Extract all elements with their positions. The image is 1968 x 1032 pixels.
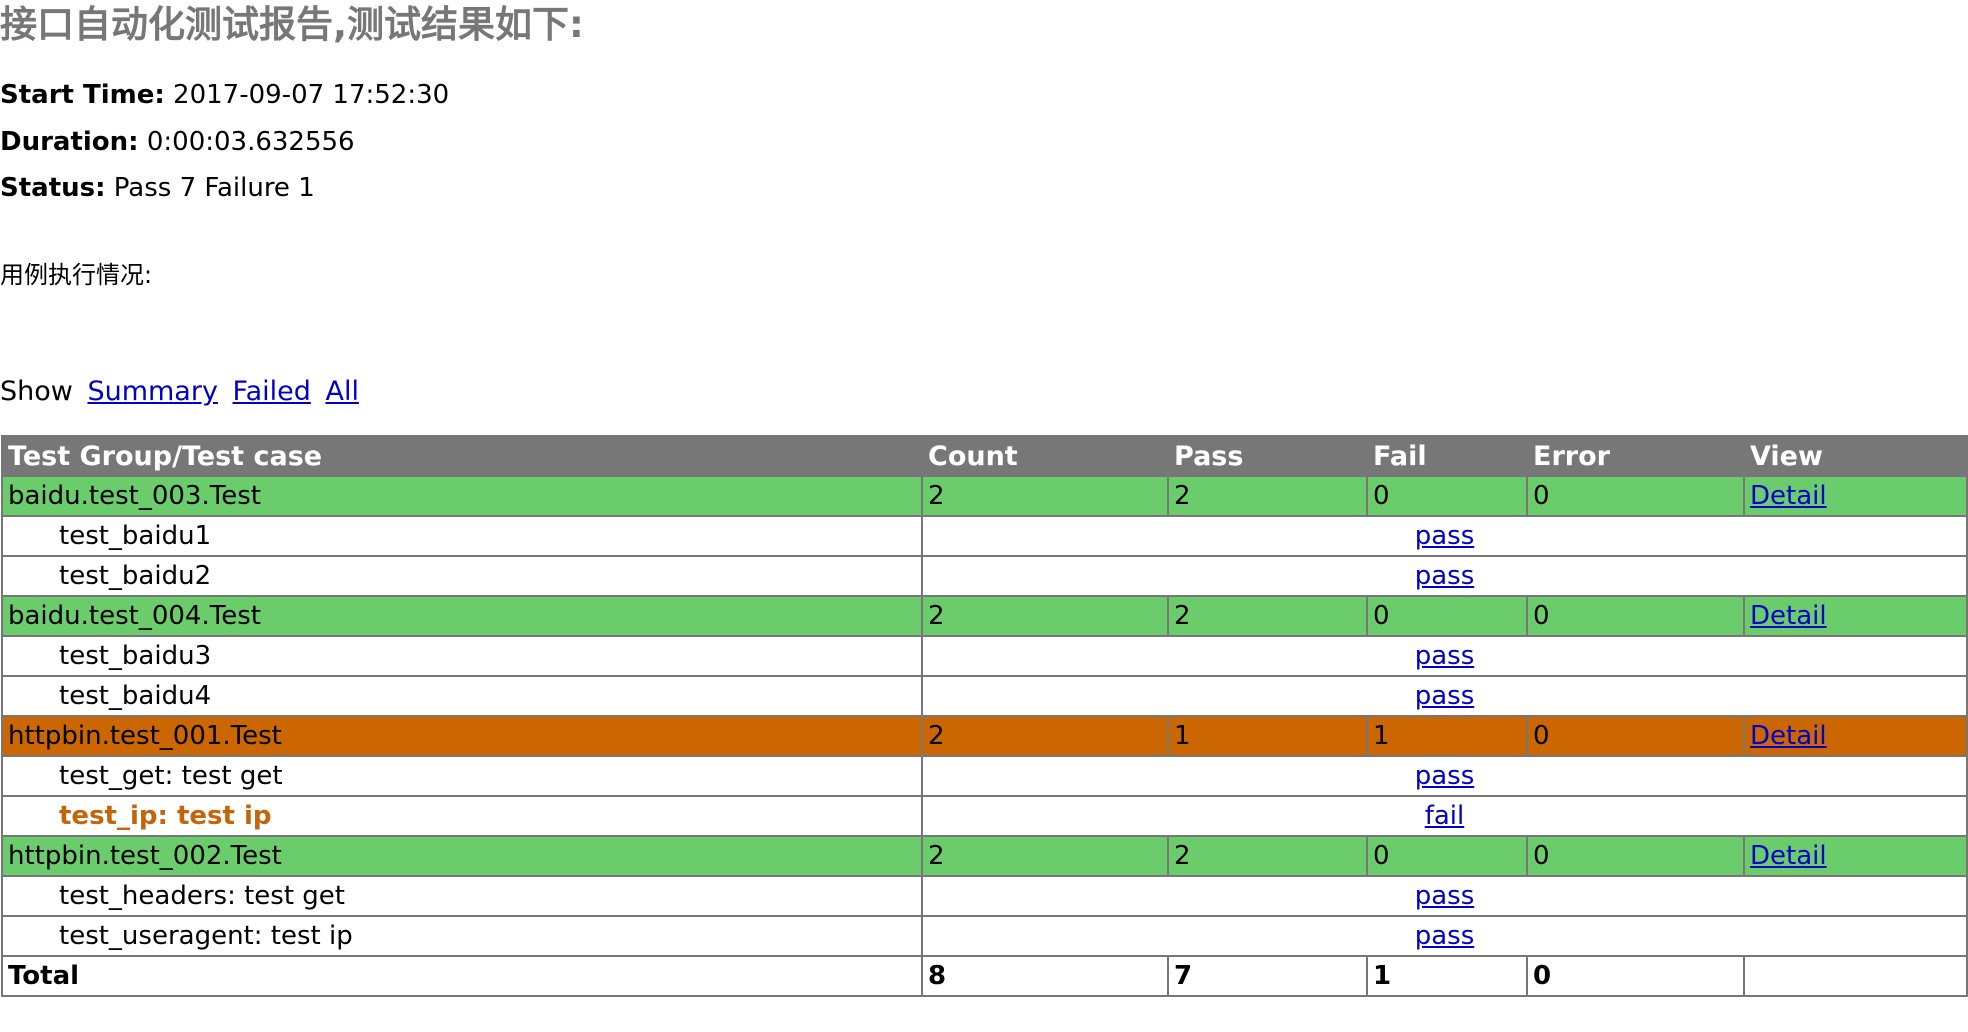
test-case-row: test_ip: test ip fail <box>1 795 1968 837</box>
filter-summary-link[interactable]: Summary <box>87 376 217 407</box>
test-case-row: test_baidu3 pass <box>1 635 1968 677</box>
test-case-row: test_get: test get pass <box>1 755 1968 797</box>
test-case-status-cell: pass <box>921 635 1968 677</box>
column-header-view: View <box>1743 435 1968 477</box>
result-table: Test Group/Test case Count Pass Fail Err… <box>1 435 1968 997</box>
test-case-name: test_baidu3 <box>1 635 923 677</box>
total-label: Total <box>1 955 923 997</box>
test-case-status-link[interactable]: pass <box>1415 641 1475 671</box>
report-title: 接口自动化测试报告,测试结果如下: <box>0 3 584 46</box>
test-case-status-link[interactable]: pass <box>1415 561 1475 591</box>
test-case-status-cell: pass <box>921 755 1968 797</box>
test-case-row: test_baidu4 pass <box>1 675 1968 717</box>
test-class-count: 2 <box>921 595 1169 637</box>
test-case-status-link[interactable]: pass <box>1415 881 1475 911</box>
test-case-status-cell: pass <box>921 555 1968 597</box>
test-case-status-cell: pass <box>921 875 1968 917</box>
column-header-count: Count <box>921 435 1169 477</box>
detail-link[interactable]: Detail <box>1750 481 1827 511</box>
test-class-name: httpbin.test_001.Test <box>1 715 923 757</box>
test-case-name-failed: test_ip: test ip <box>1 795 923 837</box>
column-header-name: Test Group/Test case <box>1 435 923 477</box>
status-line: Status: Pass 7 Failure 1 <box>0 171 315 205</box>
filter-failed-link[interactable]: Failed <box>233 376 311 407</box>
test-case-status-link[interactable]: pass <box>1415 681 1475 711</box>
column-header-fail: Fail <box>1366 435 1528 477</box>
total-pass: 7 <box>1167 955 1368 997</box>
total-error: 0 <box>1526 955 1745 997</box>
test-class-view-cell: Detail <box>1743 595 1968 637</box>
report-page: 接口自动化测试报告,测试结果如下: Start Time: 2017-09-07… <box>0 0 1968 1032</box>
detail-link[interactable]: Detail <box>1750 721 1827 751</box>
test-class-name: httpbin.test_002.Test <box>1 835 923 877</box>
test-class-error: 0 <box>1526 715 1745 757</box>
test-case-status-link[interactable]: pass <box>1415 521 1475 551</box>
test-case-row: test_baidu2 pass <box>1 555 1968 597</box>
total-row: Total 8 7 1 0 <box>1 955 1968 997</box>
table-header-row: Test Group/Test case Count Pass Fail Err… <box>1 435 1968 477</box>
filter-bar: Show Summary Failed All <box>0 374 359 410</box>
test-case-status-cell: pass <box>921 915 1968 957</box>
test-class-error: 0 <box>1526 475 1745 517</box>
start-time-value: 2017-09-07 17:52:30 <box>173 80 450 110</box>
test-case-name: test_baidu2 <box>1 555 923 597</box>
test-class-row: httpbin.test_001.Test 2 1 1 0 Detail <box>1 715 1968 757</box>
test-case-status-link[interactable]: pass <box>1415 761 1475 791</box>
test-class-pass: 2 <box>1167 835 1368 877</box>
column-header-pass: Pass <box>1167 435 1368 477</box>
start-time-label: Start Time: <box>0 80 165 110</box>
test-class-name: baidu.test_004.Test <box>1 595 923 637</box>
test-case-row: test_headers: test get pass <box>1 875 1968 917</box>
status-value: Pass 7 Failure 1 <box>113 173 315 203</box>
test-class-pass: 2 <box>1167 475 1368 517</box>
test-case-row: test_baidu1 pass <box>1 515 1968 557</box>
total-count: 8 <box>921 955 1169 997</box>
duration-value: 0:00:03.632556 <box>146 127 355 157</box>
test-class-error: 0 <box>1526 835 1745 877</box>
test-class-row: baidu.test_003.Test 2 2 0 0 Detail <box>1 475 1968 517</box>
test-class-fail: 0 <box>1366 595 1528 637</box>
test-class-fail: 1 <box>1366 715 1528 757</box>
detail-link[interactable]: Detail <box>1750 601 1827 631</box>
test-class-row: baidu.test_004.Test 2 2 0 0 Detail <box>1 595 1968 637</box>
total-fail: 1 <box>1366 955 1528 997</box>
test-class-view-cell: Detail <box>1743 475 1968 517</box>
test-class-pass: 2 <box>1167 595 1368 637</box>
test-class-count: 2 <box>921 715 1169 757</box>
test-class-fail: 0 <box>1366 475 1528 517</box>
status-label: Status: <box>0 173 106 203</box>
test-class-count: 2 <box>921 475 1169 517</box>
start-time-line: Start Time: 2017-09-07 17:52:30 <box>0 78 449 112</box>
test-class-view-cell: Detail <box>1743 835 1968 877</box>
test-class-fail: 0 <box>1366 835 1528 877</box>
test-class-count: 2 <box>921 835 1169 877</box>
test-case-name: test_get: test get <box>1 755 923 797</box>
test-case-name: test_baidu4 <box>1 675 923 717</box>
duration-line: Duration: 0:00:03.632556 <box>0 125 355 159</box>
column-header-error: Error <box>1526 435 1745 477</box>
test-case-name: test_headers: test get <box>1 875 923 917</box>
test-case-name: test_baidu1 <box>1 515 923 557</box>
test-case-status-link[interactable]: fail <box>1425 801 1465 831</box>
filter-label: Show <box>0 376 73 407</box>
detail-link[interactable]: Detail <box>1750 841 1827 871</box>
test-case-status-cell: fail <box>921 795 1968 837</box>
test-class-view-cell: Detail <box>1743 715 1968 757</box>
total-view <box>1743 955 1968 997</box>
duration-label: Duration: <box>0 127 139 157</box>
test-class-name: baidu.test_003.Test <box>1 475 923 517</box>
filter-all-link[interactable]: All <box>325 376 358 407</box>
test-case-status-cell: pass <box>921 675 1968 717</box>
test-class-pass: 1 <box>1167 715 1368 757</box>
test-class-error: 0 <box>1526 595 1745 637</box>
test-class-row: httpbin.test_002.Test 2 2 0 0 Detail <box>1 835 1968 877</box>
test-case-status-cell: pass <box>921 515 1968 557</box>
report-description: 用例执行情况: <box>0 261 153 289</box>
test-case-status-link[interactable]: pass <box>1415 921 1475 951</box>
test-case-row: test_useragent: test ip pass <box>1 915 1968 957</box>
test-case-name: test_useragent: test ip <box>1 915 923 957</box>
